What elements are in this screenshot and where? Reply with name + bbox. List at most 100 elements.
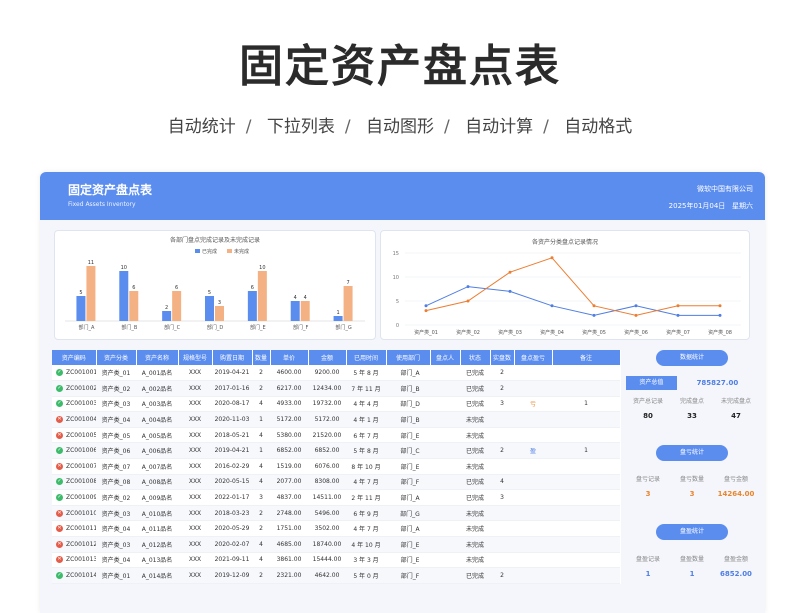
table-cell: 4	[490, 474, 514, 491]
table-cell: XXX	[178, 536, 212, 553]
table-row[interactable]: ✕ ZC001004 资产类_04 A_004品名 XXX 2020-11-03 1 5172…	[52, 411, 620, 428]
table-cell	[430, 474, 460, 491]
bar-category-label: 部门_F	[293, 324, 309, 331]
table-cell: ✓ ZC001003	[52, 396, 96, 413]
data-point	[424, 309, 428, 313]
data-point	[634, 304, 638, 308]
asset-code: ZC001012	[66, 540, 96, 548]
bar-value-label: 3	[218, 300, 221, 306]
data-point	[466, 299, 470, 303]
table-cell: 2	[490, 380, 514, 397]
total-row: 资产总值 785827.00	[626, 376, 758, 390]
table-cell: 2020-08-17	[212, 396, 252, 413]
panel-header: 固定资产盘点表 Fixed Assets Inventory 微软中国有限公司 …	[40, 172, 765, 220]
table-row[interactable]: ✕ ZC001007 资产类_07 A_007品名 XXX 2016-02-29 4 1519…	[52, 458, 620, 475]
bar-category-label: 部门_E	[250, 324, 266, 331]
table-cell: A_004品名	[136, 411, 178, 428]
count-labels: 资产总记录 完成盘点 未完成盘点	[626, 396, 758, 405]
gain-labels: 盘盈记录 盘盈数量 盘盈金额	[626, 554, 758, 563]
table-cell: 4685.00	[270, 536, 308, 553]
check-icon: ✓	[56, 494, 63, 502]
table-cell: 4	[252, 396, 270, 413]
table-cell: 已完成	[460, 365, 490, 382]
table-cell: ✕ ZC001013	[52, 552, 96, 569]
table-row[interactable]: ✓ ZC001014 资产类_01 A_014品名 XXX 2019-12-09 2 2321…	[52, 567, 620, 584]
table-row[interactable]: ✓ ZC001006 资产类_06 A_006品名 XXX 2019-04-21 1 6852…	[52, 442, 620, 460]
table-cell: 资产类_03	[96, 505, 136, 522]
table-row[interactable]: ✕ ZC001005 资产类_05 A_005品名 XXX 2018-05-21 4 5380…	[52, 427, 620, 444]
asset-code: ZC001009	[66, 494, 96, 502]
table-cell: XXX	[178, 567, 212, 584]
table-cell: 6 年 9 月	[346, 505, 386, 522]
table-cell: 4 年 4 月	[346, 396, 386, 413]
loss-stats-button[interactable]: 盘亏统计	[656, 445, 728, 461]
data-point	[550, 256, 554, 260]
table-cell: 未完成	[460, 520, 490, 538]
table-cell: 部门_D	[386, 396, 430, 413]
table-cell: XXX	[178, 458, 212, 475]
table-cell	[552, 427, 620, 444]
table-cell: A_014品名	[136, 567, 178, 584]
value-gain-records: 1	[645, 570, 651, 578]
bar	[119, 271, 129, 321]
bar-category-label: 部门_C	[164, 324, 181, 331]
label-loss-qty: 盘亏数量	[679, 476, 704, 483]
table-cell: 4	[252, 427, 270, 444]
table-row[interactable]: ✕ ZC001012 资产类_03 A_012品名 XXX 2020-02-07 4 4685…	[52, 536, 620, 553]
table-row[interactable]: ✓ ZC001002 资产类_02 A_002品名 XXX 2017-01-16 2 6217…	[52, 380, 620, 397]
data-point	[508, 289, 512, 293]
table-cell: 2016-02-29	[212, 458, 252, 475]
table-cell: XXX	[178, 552, 212, 569]
bar-value-label: 4	[304, 295, 307, 301]
table-cell: 18740.00	[308, 536, 346, 553]
line-chart: 0 5 10 15 资产类_01 资产类_02 资产类_03 资产类_04 资产类_05 资产类_…	[393, 251, 741, 336]
table-row[interactable]: ✓ ZC001008 资产类_08 A_008品名 XXX 2020-05-15 4 2077…	[52, 474, 620, 491]
table-cell: 1	[252, 442, 270, 460]
table-cell: 19732.00	[308, 396, 346, 413]
table-cell: 5172.00	[308, 411, 346, 428]
feature-sep: /	[543, 117, 549, 137]
table-cell: 2019-04-21	[212, 365, 252, 382]
table-cell: 2	[490, 567, 514, 584]
table-cell	[552, 552, 620, 569]
table-cell	[514, 365, 552, 382]
table-cell: 4	[252, 474, 270, 491]
table-cell: 资产类_02	[96, 489, 136, 506]
bar	[257, 271, 267, 321]
table-row[interactable]: ✓ ZC001009 资产类_02 A_009品名 XXX 2022-01-17 3 4837…	[52, 489, 620, 506]
table-cell: 部门_C	[386, 442, 430, 460]
bar	[215, 306, 224, 321]
bar	[333, 316, 343, 321]
table-cell: 12434.00	[308, 380, 346, 397]
company-name: 微软中国有限公司	[697, 185, 753, 193]
value-completed: 33	[687, 412, 697, 420]
gain-stats-button[interactable]: 盘盈统计	[656, 524, 728, 540]
table-cell: 未完成	[460, 427, 490, 444]
table-cell	[430, 442, 460, 460]
table-cell	[552, 458, 620, 475]
table-cell: 资产类_04	[96, 520, 136, 538]
stats-button[interactable]: 数据统计	[656, 350, 728, 366]
table-cell	[514, 536, 552, 553]
table-cell	[430, 505, 460, 522]
legend-swatch-completed	[195, 249, 200, 253]
legend-label-incomplete: 未完成	[234, 248, 249, 255]
table-cell: XXX	[178, 365, 212, 382]
table-cell: ✓ ZC001006	[52, 442, 96, 460]
table-row[interactable]: ✓ ZC001003 资产类_03 A_003品名 XXX 2020-08-17 4 4933…	[52, 396, 620, 413]
table-cell: 资产类_01	[96, 365, 136, 382]
table-row[interactable]: ✕ ZC001010 资产类_03 A_010品名 XXX 2018-03-23 2 2748…	[52, 505, 620, 522]
table-row[interactable]: ✓ ZC001001 资产类_01 A_001品名 XXX 2019-04-21 2 4600…	[52, 365, 620, 382]
table-cell: 3	[490, 396, 514, 413]
table-cell	[552, 505, 620, 522]
table-row[interactable]: ✕ ZC001013 资产类_04 A_013品名 XXX 2021-09-11 4 3861…	[52, 552, 620, 569]
table-cell: 2	[490, 442, 514, 460]
table-row[interactable]: ✕ ZC001011 资产类_04 A_011品名 XXX 2020-05-29 2 1751…	[52, 520, 620, 538]
hero-title: 固定资产盘点表	[239, 41, 561, 92]
column-header: 数量	[252, 350, 271, 365]
table-cell: ✕ ZC001007	[52, 458, 96, 475]
table-cell: 4642.00	[308, 567, 346, 584]
table-cell: 部门_E	[386, 552, 430, 569]
table-cell: 未完成	[460, 458, 490, 475]
table-cell: 2	[252, 520, 270, 538]
